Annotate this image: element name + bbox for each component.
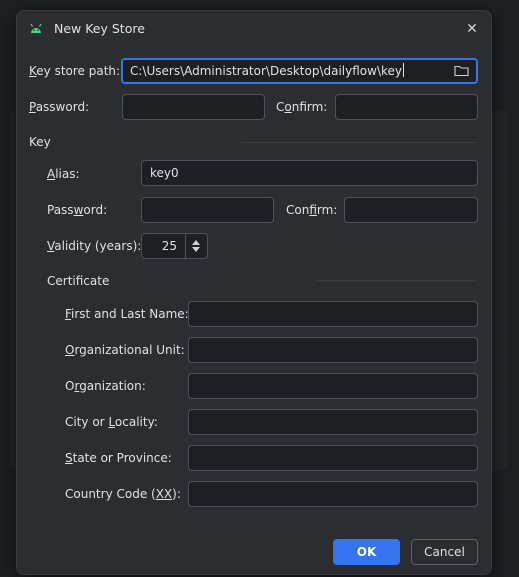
folder-icon[interactable] (454, 64, 469, 77)
dialog-titlebar: New Key Store ✕ (17, 11, 491, 47)
keystore-confirm-input[interactable] (335, 94, 478, 120)
keystore-password-input[interactable] (122, 94, 265, 120)
key-confirm-input[interactable] (344, 197, 478, 223)
alias-label: Alias: (47, 167, 80, 181)
keystore-path-input[interactable]: C:\Users\Administrator\Desktop\dailyflow… (121, 58, 478, 84)
keystore-password-label: Password: (29, 100, 90, 114)
cancel-button[interactable]: Cancel (411, 539, 478, 565)
key-confirm-label: Confirm: (286, 203, 338, 217)
certificate-section-separator (315, 280, 477, 281)
certificate-field-input[interactable] (188, 373, 478, 399)
keystore-confirm-label: Confirm: (276, 100, 328, 114)
certificate-field-label: Country Code (XX): (65, 487, 181, 501)
key-password-label: Password: (47, 203, 108, 217)
key-section-separator (241, 142, 477, 143)
certificate-field-label: First and Last Name: (65, 307, 189, 321)
certificate-field-label: Organization: (65, 379, 146, 393)
android-icon (30, 23, 42, 33)
dialog-title: New Key Store (54, 21, 145, 36)
key-section-label: Key (29, 135, 51, 149)
certificate-field-input[interactable] (188, 337, 478, 363)
certificate-field-input[interactable] (188, 409, 478, 435)
certificate-field-label: Organizational Unit: (65, 343, 185, 357)
alias-input[interactable]: key0 (141, 160, 478, 186)
certificate-field-input[interactable] (188, 301, 478, 327)
spinner-up-icon[interactable] (192, 240, 200, 245)
close-icon[interactable]: ✕ (461, 18, 483, 40)
certificate-field-input[interactable] (188, 445, 478, 471)
validity-spinner[interactable]: 25 (141, 233, 208, 259)
certificate-section-label: Certificate (47, 274, 110, 288)
spinner-down-icon[interactable] (192, 247, 200, 252)
new-key-store-dialog: New Key Store ✕ Key store path: C:\Users… (16, 10, 492, 575)
certificate-field-label: State or Province: (65, 451, 172, 465)
validity-label: Validity (years): (47, 239, 142, 253)
key-password-input[interactable] (141, 197, 274, 223)
keystore-path-label: Key store path: (29, 64, 121, 78)
certificate-field-input[interactable] (188, 481, 478, 507)
ok-button[interactable]: OK (333, 539, 400, 565)
spinner-arrows[interactable] (185, 234, 207, 258)
certificate-field-label: City or Locality: (65, 415, 158, 429)
